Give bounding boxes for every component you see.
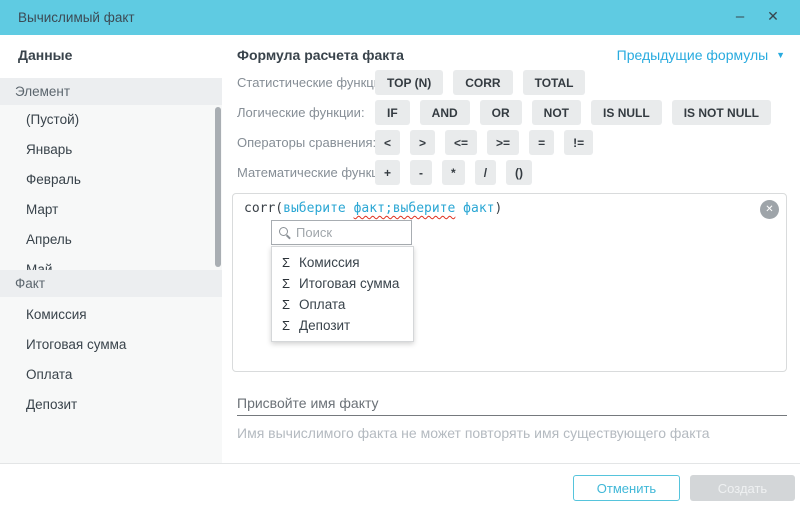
search-input[interactable] (296, 222, 408, 243)
chevron-down-icon: ▼ (776, 50, 785, 60)
row-logical-functions: Логические функции: IF AND OR NOT IS NUL… (237, 100, 787, 126)
row-label: Статистические функции: (237, 70, 392, 96)
window-title: Вычислимый факт (18, 0, 135, 35)
fn-button-total[interactable]: TOTAL (523, 70, 586, 95)
op-button-gte[interactable]: >= (487, 130, 519, 155)
formula-suffix: ) (494, 201, 502, 216)
fn-button-not[interactable]: NOT (532, 100, 581, 125)
dropdown-item-label: Комиссия (299, 255, 360, 270)
fn-button-isnull[interactable]: IS NULL (591, 100, 662, 125)
op-button-neq[interactable]: != (564, 130, 593, 155)
fn-button-if[interactable]: IF (375, 100, 410, 125)
math-button-mult[interactable]: * (442, 160, 465, 185)
sigma-icon: Σ (282, 318, 299, 333)
formula-arg[interactable]: факт (455, 201, 494, 216)
sidebar-title: Данные (18, 47, 72, 63)
row-label: Операторы сравнения: (237, 130, 376, 156)
titlebar: Вычислимый факт – ✕ (0, 0, 800, 35)
fact-name-hint: Имя вычислимого факта не может повторять… (237, 425, 710, 441)
sidebar-scrollbar[interactable] (215, 107, 221, 267)
section-header-element: Элемент (0, 78, 222, 105)
list-item[interactable]: Январь (0, 135, 222, 165)
op-button-lte[interactable]: <= (445, 130, 477, 155)
sigma-icon: Σ (282, 276, 299, 291)
page-title: Формула расчета факта (237, 47, 404, 63)
list-item[interactable]: Апрель (0, 225, 222, 255)
op-button-lt[interactable]: < (375, 130, 400, 155)
formula-arg[interactable]: выберите (283, 201, 353, 216)
fn-button-isnotnull[interactable]: IS NOT NULL (672, 100, 771, 125)
op-button-eq[interactable]: = (529, 130, 554, 155)
cancel-button[interactable]: Отменить (573, 475, 680, 501)
list-item[interactable]: Май (0, 255, 222, 270)
math-button-minus[interactable]: - (410, 160, 432, 185)
dropdown-item[interactable]: Σ Комиссия (272, 252, 413, 273)
list-item[interactable]: Комиссия (0, 300, 222, 330)
list-item[interactable]: Февраль (0, 165, 222, 195)
row-label: Математические функции: (237, 160, 397, 186)
section-header-fact: Факт (0, 270, 222, 297)
fact-search-box[interactable] (271, 220, 412, 245)
previous-formulas-link[interactable]: Предыдущие формулы ▼ (617, 47, 785, 63)
sigma-icon: Σ (282, 255, 299, 270)
search-icon (279, 227, 288, 236)
fn-button-corr[interactable]: CORR (453, 70, 512, 95)
op-button-gt[interactable]: > (410, 130, 435, 155)
list-item[interactable]: Итоговая сумма (0, 330, 222, 360)
element-list: (Пустой) Январь Февраль Март Апрель Май (0, 105, 222, 270)
list-item[interactable]: Оплата (0, 360, 222, 390)
clear-formula-icon[interactable]: ✕ (760, 200, 779, 219)
fn-button-or[interactable]: OR (480, 100, 522, 125)
math-button-plus[interactable]: + (375, 160, 400, 185)
create-button[interactable]: Создать (690, 475, 795, 501)
sigma-icon: Σ (282, 297, 299, 312)
fact-name-input[interactable] (237, 390, 787, 416)
previous-formulas-label: Предыдущие формулы (617, 47, 769, 63)
dropdown-item[interactable]: Σ Депозит (272, 315, 413, 336)
fn-button-and[interactable]: AND (420, 100, 470, 125)
close-icon[interactable]: ✕ (758, 0, 788, 35)
dialog-window: Вычислимый факт – ✕ Данные Элемент (Пуст… (0, 0, 800, 511)
formula-prefix: corr( (244, 201, 283, 216)
formula-editor[interactable]: corr(выберите факт;выберите факт) ✕ Σ Ко… (232, 193, 787, 372)
dropdown-item[interactable]: Σ Итоговая сумма (272, 273, 413, 294)
dropdown-item[interactable]: Σ Оплата (272, 294, 413, 315)
fact-list: Комиссия Итоговая сумма Оплата Депозит (0, 300, 222, 463)
row-label: Логические функции: (237, 100, 365, 126)
list-item[interactable]: (Пустой) (0, 105, 222, 135)
formula-text[interactable]: corr(выберите факт;выберите факт) (244, 201, 502, 216)
list-item[interactable]: Март (0, 195, 222, 225)
footer-divider (0, 463, 800, 464)
row-math-functions: Математические функции: + - * / () (237, 160, 787, 186)
row-statistical-functions: Статистические функции: TOP (N) CORR TOT… (237, 70, 787, 96)
dropdown-item-label: Оплата (299, 297, 345, 312)
formula-arg-error[interactable]: факт;выберите (354, 201, 456, 216)
row-comparison-operators: Операторы сравнения: < > <= >= = != (237, 130, 787, 156)
fact-dropdown: Σ Комиссия Σ Итоговая сумма Σ Оплата Σ Д… (271, 246, 414, 342)
list-item[interactable]: Депозит (0, 390, 222, 420)
dropdown-item-label: Итоговая сумма (299, 276, 399, 291)
fn-button-topn[interactable]: TOP (N) (375, 70, 443, 95)
math-button-div[interactable]: / (475, 160, 496, 185)
math-button-parens[interactable]: () (506, 160, 532, 185)
minimize-icon[interactable]: – (725, 0, 755, 35)
dropdown-item-label: Депозит (299, 318, 350, 333)
